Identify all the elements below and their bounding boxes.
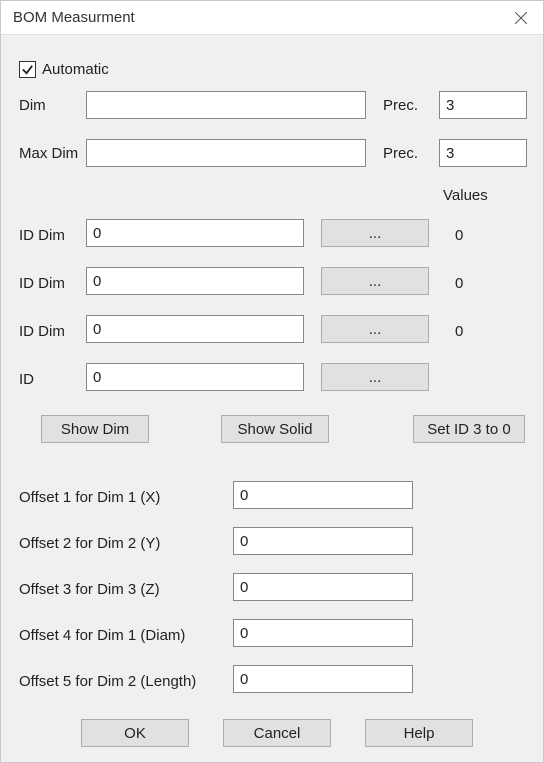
offset-input[interactable]	[233, 573, 413, 601]
offset-label: Offset 3 for Dim 3 (Z)	[19, 581, 160, 598]
offset-label: Offset 4 for Dim 1 (Diam)	[19, 627, 185, 644]
id-row-browse-button[interactable]: ...	[321, 363, 429, 391]
id-row-value: 0	[455, 275, 463, 292]
show-dim-button[interactable]: Show Dim	[41, 415, 149, 443]
id-row-input[interactable]	[86, 363, 304, 391]
cancel-button[interactable]: Cancel	[223, 719, 331, 747]
offset-input[interactable]	[233, 665, 413, 693]
values-header: Values	[443, 187, 488, 204]
offset-label: Offset 2 for Dim 2 (Y)	[19, 535, 160, 552]
id-row-label: ID Dim	[19, 323, 65, 340]
close-button[interactable]	[498, 1, 543, 35]
offset-input[interactable]	[233, 481, 413, 509]
id-row-browse-button[interactable]: ...	[321, 315, 429, 343]
ok-button[interactable]: OK	[81, 719, 189, 747]
offset-label: Offset 1 for Dim 1 (X)	[19, 489, 160, 506]
id-row-label: ID	[19, 371, 34, 388]
dim-prec-input[interactable]	[439, 91, 527, 119]
offset-label: Offset 5 for Dim 2 (Length)	[19, 673, 196, 690]
automatic-checkbox[interactable]: Automatic	[19, 61, 109, 78]
maxdim-input[interactable]	[86, 139, 366, 167]
id-row-value: 0	[455, 323, 463, 340]
set-id-button[interactable]: Set ID 3 to 0	[413, 415, 525, 443]
dim-input[interactable]	[86, 91, 366, 119]
titlebar: BOM Measurment	[1, 1, 543, 35]
show-solid-button[interactable]: Show Solid	[221, 415, 329, 443]
id-row-input[interactable]	[86, 219, 304, 247]
id-row-input[interactable]	[86, 267, 304, 295]
id-row-label: ID Dim	[19, 227, 65, 244]
id-row-input[interactable]	[86, 315, 304, 343]
id-row-browse-button[interactable]: ...	[321, 267, 429, 295]
id-row-label: ID Dim	[19, 275, 65, 292]
close-icon	[515, 12, 527, 24]
offset-input[interactable]	[233, 619, 413, 647]
maxdim-prec-input[interactable]	[439, 139, 527, 167]
checkmark-icon	[19, 61, 36, 78]
dim-prec-label: Prec.	[383, 97, 418, 114]
automatic-label: Automatic	[42, 61, 109, 78]
dim-label: Dim	[19, 97, 46, 114]
id-row-value: 0	[455, 227, 463, 244]
window-title: BOM Measurment	[13, 9, 135, 26]
maxdim-label: Max Dim	[19, 145, 78, 162]
help-button[interactable]: Help	[365, 719, 473, 747]
maxdim-prec-label: Prec.	[383, 145, 418, 162]
bom-measurement-dialog: BOM Measurment Automatic Dim Prec. Max D…	[0, 0, 544, 763]
id-row-browse-button[interactable]: ...	[321, 219, 429, 247]
offset-input[interactable]	[233, 527, 413, 555]
